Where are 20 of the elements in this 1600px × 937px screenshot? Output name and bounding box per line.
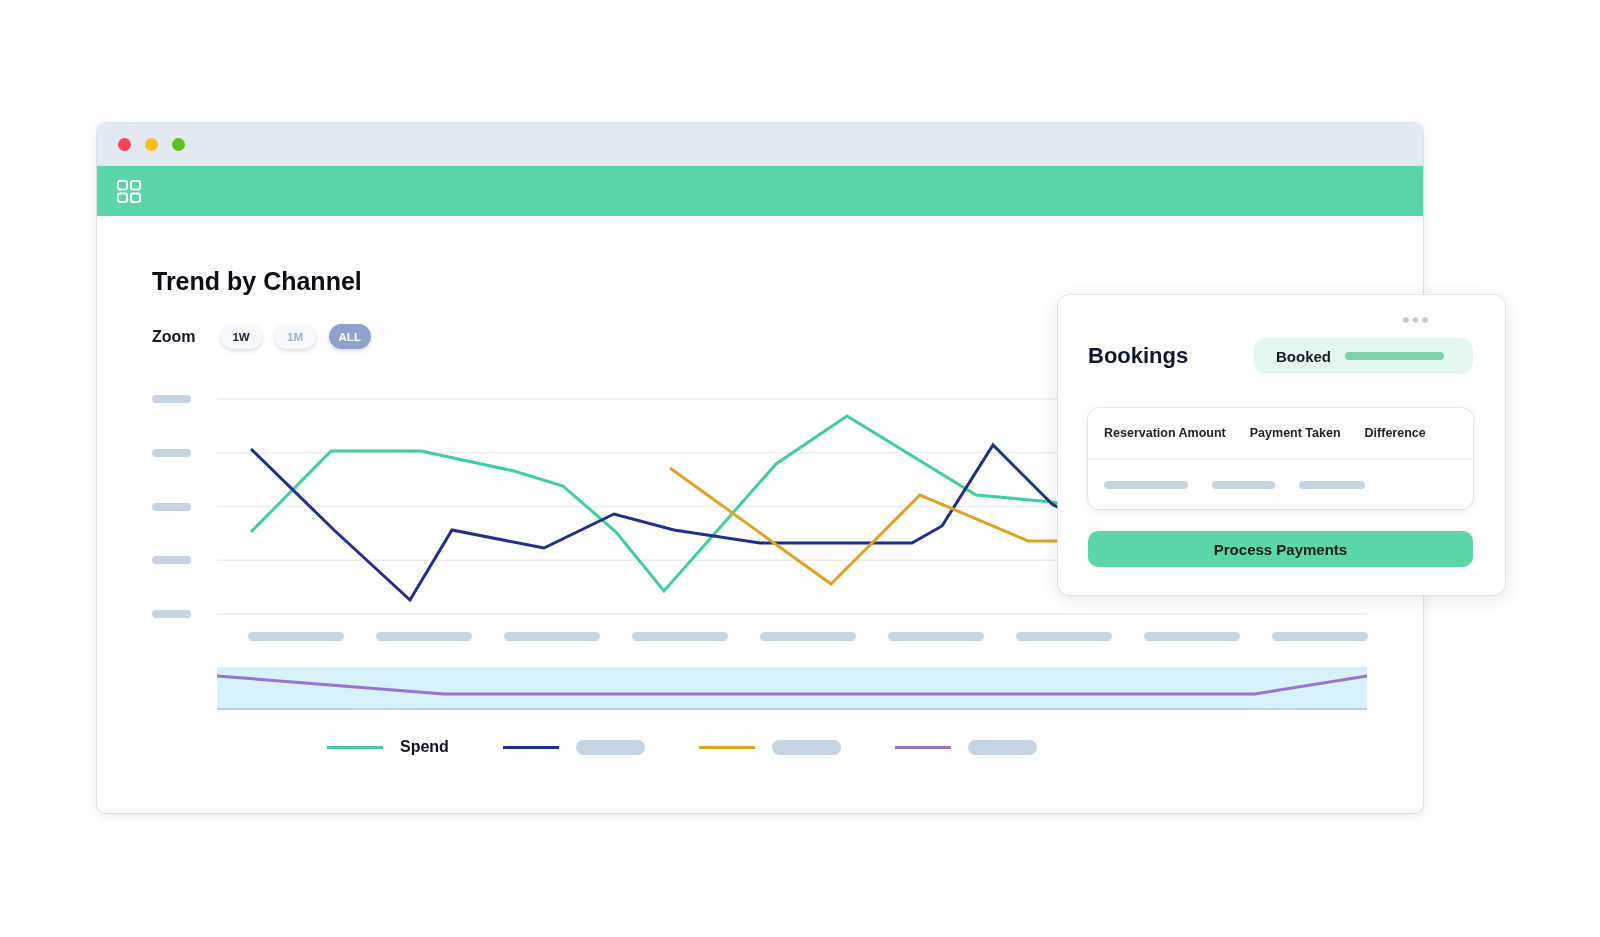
- grid-icon[interactable]: [117, 179, 141, 203]
- window-close-icon[interactable]: [118, 138, 131, 151]
- column-header: Difference: [1364, 426, 1426, 440]
- legend-label: Spend: [400, 738, 449, 756]
- placeholder-bar: [152, 502, 191, 511]
- placeholder-bar: [152, 448, 191, 457]
- placeholder-bar: [575, 739, 645, 755]
- chart-title: Trend by Channel: [152, 266, 362, 296]
- zoom-option-button[interactable]: 1W: [220, 324, 262, 349]
- status-label: Booked: [1276, 347, 1331, 365]
- placeholder-bar: [152, 395, 191, 403]
- placeholder-bar: [967, 739, 1037, 755]
- window-maximize-icon[interactable]: [172, 138, 185, 151]
- card-title: Bookings: [1088, 343, 1189, 369]
- window-minimize-icon[interactable]: [145, 138, 158, 151]
- more-icon[interactable]: [1403, 317, 1428, 323]
- placeholder-bar: [771, 739, 841, 755]
- placeholder-bar: [152, 556, 191, 565]
- placeholder-bar: [152, 610, 191, 618]
- zoom-label: Zoom: [152, 327, 196, 346]
